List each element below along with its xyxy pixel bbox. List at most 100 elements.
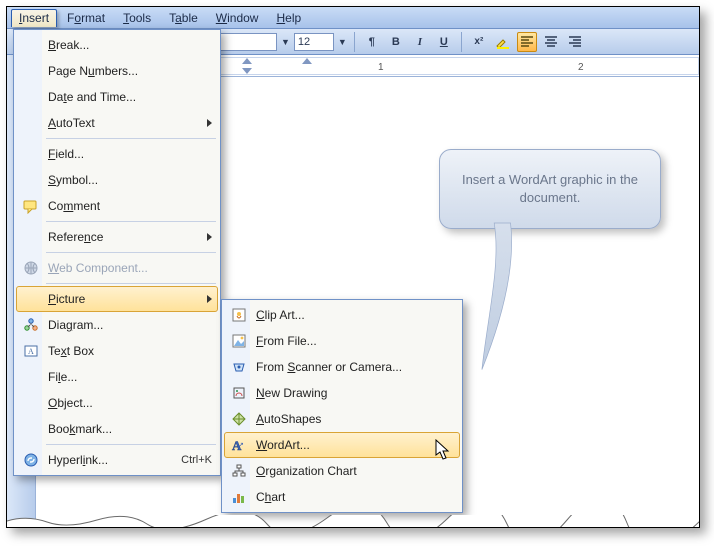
bold-button[interactable]: B (386, 32, 406, 52)
menu-item-label: Picture (48, 292, 201, 306)
separator (354, 32, 355, 52)
clipart-icon (228, 304, 250, 326)
insert-item-comment[interactable]: Comment (16, 193, 218, 219)
menu-item-label: AutoText (48, 116, 201, 130)
picture-item-organization-chart[interactable]: Organization Chart (224, 458, 460, 484)
newdraw-icon (228, 382, 250, 404)
insert-item-break[interactable]: Break... (16, 32, 218, 58)
insert-item-page-numbers[interactable]: Page Numbers... (16, 58, 218, 84)
first-line-indent-icon[interactable] (302, 58, 312, 64)
hanging-indent-icon[interactable] (242, 68, 252, 74)
insert-item-symbol[interactable]: Symbol... (16, 167, 218, 193)
insert-item-reference[interactable]: Reference (16, 224, 218, 250)
font-size-combo[interactable]: 12 ▼ (294, 33, 347, 51)
picture-item-autoshapes[interactable]: AutoShapes (224, 406, 460, 432)
ruler-number: 1 (378, 62, 384, 73)
picture-item-from-file[interactable]: From File... (224, 328, 460, 354)
align-left-icon (519, 34, 535, 50)
insert-item-object[interactable]: Object... (16, 390, 218, 416)
blank-icon (20, 34, 42, 56)
pilcrow-button[interactable]: ¶ (362, 32, 382, 52)
menu-item-label: Date and Time... (48, 90, 212, 104)
svg-text:↗: ↗ (238, 442, 244, 449)
insert-item-hyperlink[interactable]: Hyperlink...Ctrl+K (16, 447, 218, 473)
blank-icon (20, 86, 42, 108)
picture-item-wordart[interactable]: A↗WordArt... (224, 432, 460, 458)
scanner-icon (228, 356, 250, 378)
menu-item-label: Symbol... (48, 173, 212, 187)
svg-text:A: A (28, 347, 34, 356)
blank-icon (20, 366, 42, 388)
insert-item-file[interactable]: File... (16, 364, 218, 390)
menu-format[interactable]: Format (59, 9, 113, 27)
align-center-button[interactable] (541, 32, 561, 52)
menu-item-label: Clip Art... (256, 308, 454, 322)
underline-button[interactable]: U (434, 32, 454, 52)
blank-icon (20, 169, 42, 191)
blank-icon (20, 143, 42, 165)
chevron-down-icon[interactable]: ▼ (281, 37, 290, 47)
blank-icon (20, 112, 42, 134)
menu-item-label: Web Component... (48, 261, 212, 275)
insert-item-field[interactable]: Field... (16, 141, 218, 167)
separator (461, 32, 462, 52)
insert-item-text-box[interactable]: AText Box (16, 338, 218, 364)
menu-help[interactable]: Help (268, 9, 309, 27)
align-right-icon (567, 34, 583, 50)
blank-icon (20, 418, 42, 440)
menu-item-label: Bookmark... (48, 422, 212, 436)
tooltip-callout: Insert a WordArt graphic in the document… (439, 149, 665, 241)
menu-item-label: Comment (48, 199, 212, 213)
menu-insert[interactable]: Insert (11, 9, 57, 27)
app-window: InsertFormatToolsTableWindowHelp man ▼ 1… (6, 6, 700, 528)
autoshapes-icon (228, 408, 250, 430)
indent-marker-icon[interactable] (242, 58, 252, 64)
insert-item-picture[interactable]: Picture (16, 286, 218, 312)
shortcut-label: Ctrl+K (181, 454, 212, 466)
tooltip-body: Insert a WordArt graphic in the document… (439, 149, 661, 229)
orgchart-icon (228, 460, 250, 482)
menu-window[interactable]: Window (208, 9, 267, 27)
menu-item-label: From File... (256, 334, 454, 348)
picture-item-new-drawing[interactable]: New Drawing (224, 380, 460, 406)
menu-item-label: From Scanner or Camera... (256, 360, 454, 374)
blank-icon (20, 288, 42, 310)
chevron-down-icon[interactable]: ▼ (338, 37, 347, 47)
picture-item-chart[interactable]: Chart (224, 484, 460, 510)
menu-separator (46, 283, 216, 284)
insert-item-autotext[interactable]: AutoText (16, 110, 218, 136)
menu-item-label: Page Numbers... (48, 64, 212, 78)
menu-tools[interactable]: Tools (115, 9, 159, 27)
submenu-arrow-icon (207, 119, 212, 127)
menu-item-label: New Drawing (256, 386, 454, 400)
insert-item-bookmark[interactable]: Bookmark... (16, 416, 218, 442)
picture-submenu: Clip Art... From File... From Scanner or C… (221, 299, 463, 513)
fromfile-icon (228, 330, 250, 352)
insert-item-diagram[interactable]: Diagram... (16, 312, 218, 338)
blank-icon (20, 392, 42, 414)
hyperlink-icon (20, 449, 42, 471)
blank-icon (20, 226, 42, 248)
menu-separator (46, 444, 216, 445)
tooltip-text: Insert a WordArt graphic in the document… (454, 171, 646, 206)
picture-item-clip-art[interactable]: Clip Art... (224, 302, 460, 328)
highlighter-icon (495, 34, 511, 50)
chart-icon (228, 486, 250, 508)
insert-item-web-component: Web Component... (16, 255, 218, 281)
menu-item-label: Diagram... (48, 318, 212, 332)
insert-item-date-and-time[interactable]: Date and Time... (16, 84, 218, 110)
align-left-button[interactable] (517, 32, 537, 52)
highlight-color-button[interactable] (493, 32, 513, 52)
italic-button[interactable]: I (410, 32, 430, 52)
menu-table[interactable]: Table (161, 9, 206, 27)
picture-item-from-scanner-or-camera[interactable]: From Scanner or Camera... (224, 354, 460, 380)
menu-item-label: Object... (48, 396, 212, 410)
menu-item-label: File... (48, 370, 212, 384)
superscript-button[interactable]: x² (469, 32, 489, 52)
menu-item-label: Chart (256, 490, 454, 504)
align-right-button[interactable] (565, 32, 585, 52)
menu-item-label: AutoShapes (256, 412, 454, 426)
menu-separator (46, 221, 216, 222)
insert-menu: Break... Page Numbers... Date and Time... A… (13, 29, 221, 476)
font-size-value: 12 (298, 36, 310, 48)
